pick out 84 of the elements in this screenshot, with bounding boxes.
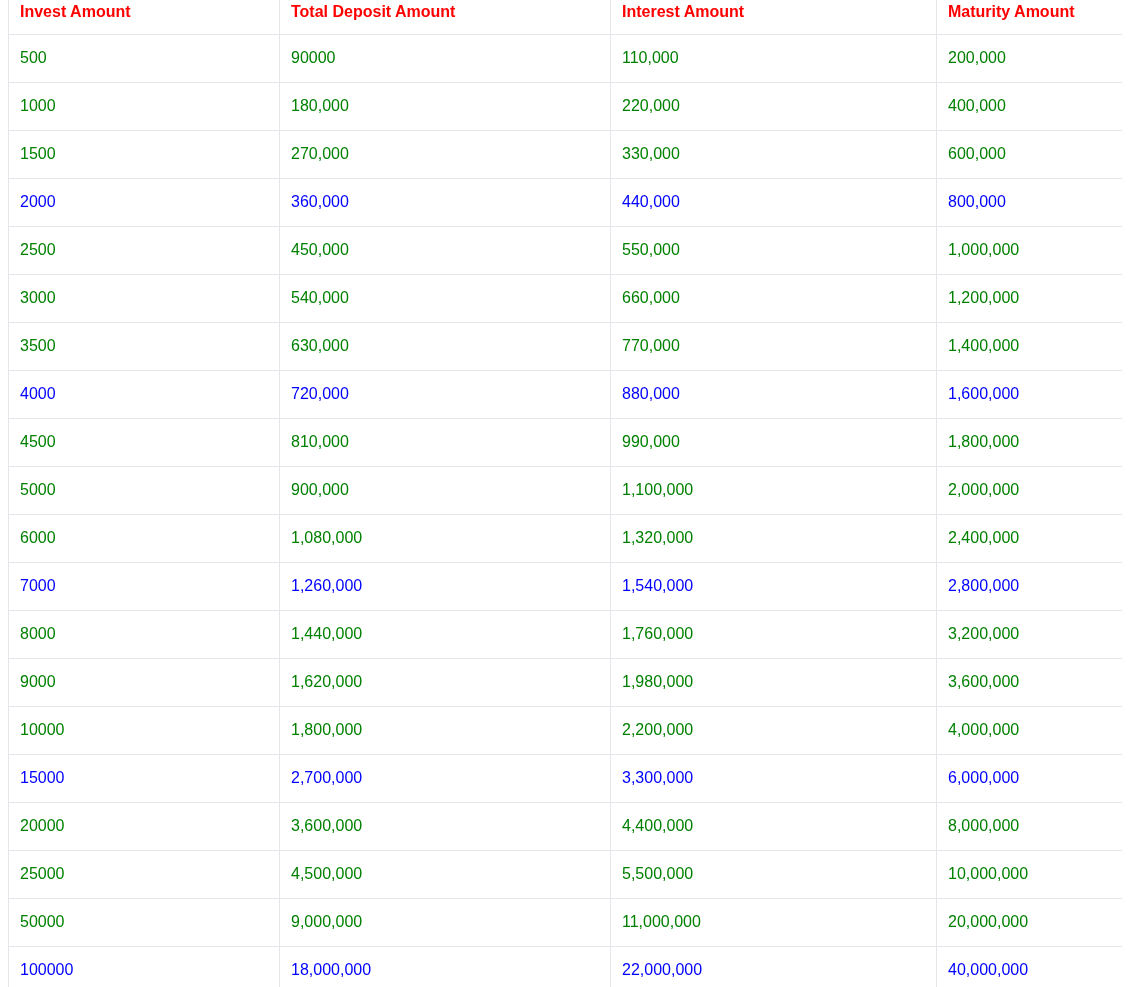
- table-cell: 4000: [8, 370, 280, 418]
- table-cell: 2,700,000: [279, 754, 611, 802]
- table-cell: 1500: [8, 130, 280, 178]
- table-cell: 270,000: [279, 130, 611, 178]
- table-cell: 4,400,000: [610, 802, 937, 850]
- table-cell: 180,000: [279, 82, 611, 130]
- table-cell: 8,000,000: [936, 802, 1122, 850]
- table-cell: 1,540,000: [610, 562, 937, 610]
- table-cell: 3,200,000: [936, 610, 1122, 658]
- table-cell: 5000: [8, 466, 280, 514]
- table-cell: 90000: [279, 34, 611, 82]
- table-cell: 800,000: [936, 178, 1122, 226]
- table-cell: 1,200,000: [936, 274, 1122, 322]
- table-cell: 900,000: [279, 466, 611, 514]
- table-cell: 1,440,000: [279, 610, 611, 658]
- table-cell: 6,000,000: [936, 754, 1122, 802]
- table-cell: 500: [8, 34, 280, 82]
- table-cell: 3,600,000: [279, 802, 611, 850]
- table-cell: 2000: [8, 178, 280, 226]
- table-cell: 1,080,000: [279, 514, 611, 562]
- column-header: Interest Amount: [610, 0, 937, 34]
- table-cell: 7000: [8, 562, 280, 610]
- table-cell: 10000: [8, 706, 280, 754]
- table-cell: 600,000: [936, 130, 1122, 178]
- table-cell: 660,000: [610, 274, 937, 322]
- table-cell: 400,000: [936, 82, 1122, 130]
- table-cell: 880,000: [610, 370, 937, 418]
- table-cell: 2500: [8, 226, 280, 274]
- table-cell: 40,000,000: [936, 946, 1122, 987]
- column-header: Invest Amount: [8, 0, 280, 34]
- table-cell: 4,000,000: [936, 706, 1122, 754]
- table-cell: 3000: [8, 274, 280, 322]
- table-cell: 3500: [8, 322, 280, 370]
- column-header: Total Deposit Amount: [279, 0, 611, 34]
- table-cell: 810,000: [279, 418, 611, 466]
- table-cell: 1,800,000: [936, 418, 1122, 466]
- table-cell: 3,600,000: [936, 658, 1122, 706]
- table-cell: 1,620,000: [279, 658, 611, 706]
- table-cell: 1,400,000: [936, 322, 1122, 370]
- table-cell: 360,000: [279, 178, 611, 226]
- table-cell: 540,000: [279, 274, 611, 322]
- table-cell: 25000: [8, 850, 280, 898]
- table-cell: 630,000: [279, 322, 611, 370]
- table-cell: 2,800,000: [936, 562, 1122, 610]
- table-cell: 8000: [8, 610, 280, 658]
- table-cell: 550,000: [610, 226, 937, 274]
- table-cell: 20000: [8, 802, 280, 850]
- column-header: Maturity Amount: [936, 0, 1122, 34]
- table-cell: 1000: [8, 82, 280, 130]
- table-cell: 4500: [8, 418, 280, 466]
- table-cell: 1,000,000: [936, 226, 1122, 274]
- table-cell: 2,200,000: [610, 706, 937, 754]
- table-cell: 4,500,000: [279, 850, 611, 898]
- table-cell: 200,000: [936, 34, 1122, 82]
- table-cell: 18,000,000: [279, 946, 611, 987]
- table-cell: 110,000: [610, 34, 937, 82]
- table-cell: 22,000,000: [610, 946, 937, 987]
- table-cell: 2,400,000: [936, 514, 1122, 562]
- table-cell: 9000: [8, 658, 280, 706]
- table-cell: 720,000: [279, 370, 611, 418]
- table-cell: 440,000: [610, 178, 937, 226]
- table-cell: 330,000: [610, 130, 937, 178]
- table-cell: 1,800,000: [279, 706, 611, 754]
- table-cell: 10,000,000: [936, 850, 1122, 898]
- table-cell: 15000: [8, 754, 280, 802]
- table-cell: 1,760,000: [610, 610, 937, 658]
- table-cell: 220,000: [610, 82, 937, 130]
- table-cell: 990,000: [610, 418, 937, 466]
- table-cell: 770,000: [610, 322, 937, 370]
- table-cell: 50000: [8, 898, 280, 946]
- table-cell: 2,000,000: [936, 466, 1122, 514]
- table-cell: 20,000,000: [936, 898, 1122, 946]
- table-cell: 1,260,000: [279, 562, 611, 610]
- table-cell: 1,100,000: [610, 466, 937, 514]
- table-cell: 1,320,000: [610, 514, 937, 562]
- table-cell: 450,000: [279, 226, 611, 274]
- table-cell: 3,300,000: [610, 754, 937, 802]
- table-cell: 1,980,000: [610, 658, 937, 706]
- table-cell: 1,600,000: [936, 370, 1122, 418]
- table-cell: 6000: [8, 514, 280, 562]
- table-cell: 9,000,000: [279, 898, 611, 946]
- table-cell: 5,500,000: [610, 850, 937, 898]
- table-cell: 11,000,000: [610, 898, 937, 946]
- table-cell: 100000: [8, 946, 280, 987]
